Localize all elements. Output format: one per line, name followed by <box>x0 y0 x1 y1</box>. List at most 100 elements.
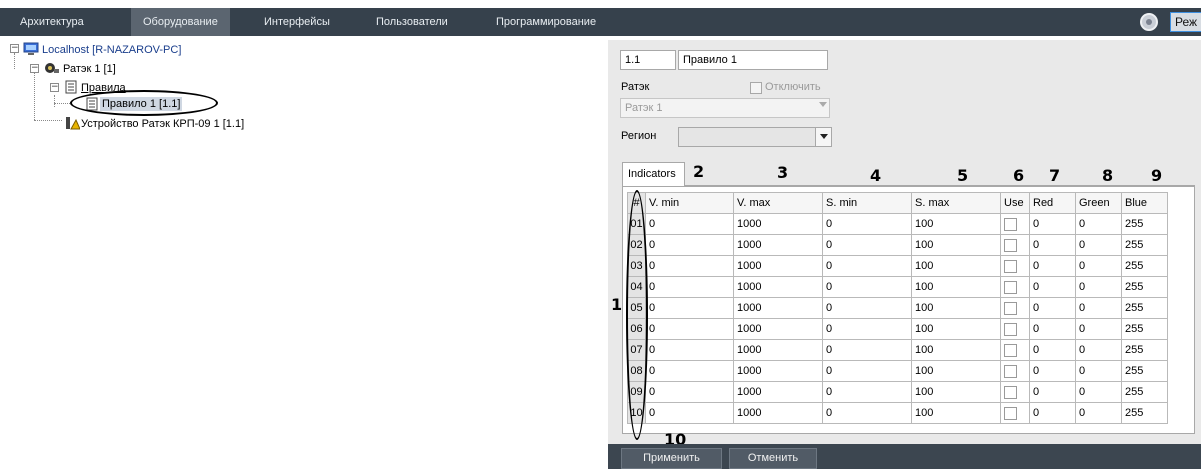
red-cell[interactable]: 0 <box>1029 381 1076 403</box>
vmax-cell[interactable]: 1000 <box>733 339 823 361</box>
table-row[interactable]: 02 0 1000 0 100 0 0 255 <box>627 234 1168 256</box>
rule-id-field[interactable]: 1.1 <box>620 50 676 70</box>
use-checkbox[interactable] <box>1004 259 1017 273</box>
ratek-select[interactable]: Ратэк 1 <box>620 98 830 118</box>
smin-cell[interactable]: 0 <box>822 318 912 340</box>
smin-cell[interactable]: 0 <box>822 402 912 424</box>
tab-equipment[interactable]: Оборудование <box>131 8 230 36</box>
vmin-cell[interactable]: 0 <box>645 381 734 403</box>
red-cell[interactable]: 0 <box>1029 297 1076 319</box>
green-cell[interactable]: 0 <box>1075 381 1122 403</box>
tree-item-localhost[interactable]: Localhost [R-NAZAROV-PC] <box>42 43 181 57</box>
tab-indicators[interactable]: Indicators <box>622 162 685 186</box>
vmax-cell[interactable]: 1000 <box>733 213 823 235</box>
green-cell[interactable]: 0 <box>1075 318 1122 340</box>
smax-cell[interactable]: 100 <box>911 360 1001 382</box>
smin-cell[interactable]: 0 <box>822 297 912 319</box>
red-cell[interactable]: 0 <box>1029 213 1076 235</box>
vmin-cell[interactable]: 0 <box>645 255 734 277</box>
col-header-green[interactable]: Green <box>1075 192 1122 214</box>
use-cell[interactable] <box>1000 255 1030 277</box>
blue-cell[interactable]: 255 <box>1121 234 1168 256</box>
use-checkbox[interactable] <box>1004 238 1017 252</box>
blue-cell[interactable]: 255 <box>1121 276 1168 298</box>
table-row[interactable]: 10 0 1000 0 100 0 0 255 <box>627 402 1168 424</box>
table-row[interactable]: 07 0 1000 0 100 0 0 255 <box>627 339 1168 361</box>
tree-item-subdevice[interactable]: Устройство Ратэк КРП-09 1 [1.1] <box>81 117 244 131</box>
col-header-red[interactable]: Red <box>1029 192 1076 214</box>
vmin-cell[interactable]: 0 <box>645 213 734 235</box>
smax-cell[interactable]: 100 <box>911 234 1001 256</box>
table-row[interactable]: 05 0 1000 0 100 0 0 255 <box>627 297 1168 319</box>
use-cell[interactable] <box>1000 276 1030 298</box>
col-header-smin[interactable]: S. min <box>822 192 912 214</box>
smax-cell[interactable]: 100 <box>911 276 1001 298</box>
smax-cell[interactable]: 100 <box>911 381 1001 403</box>
red-cell[interactable]: 0 <box>1029 318 1076 340</box>
tab-programming[interactable]: Программирование <box>496 8 596 36</box>
smin-cell[interactable]: 0 <box>822 255 912 277</box>
blue-cell[interactable]: 255 <box>1121 360 1168 382</box>
vmin-cell[interactable]: 0 <box>645 339 734 361</box>
vmax-cell[interactable]: 1000 <box>733 255 823 277</box>
vmax-cell[interactable]: 1000 <box>733 360 823 382</box>
vmin-cell[interactable]: 0 <box>645 297 734 319</box>
region-select[interactable] <box>678 127 832 147</box>
red-cell[interactable]: 0 <box>1029 360 1076 382</box>
vmin-cell[interactable]: 0 <box>645 276 734 298</box>
mode-gear-icon[interactable] <box>1140 13 1158 31</box>
region-dropdown-button[interactable] <box>815 128 831 146</box>
tab-architecture[interactable]: Архитектура <box>20 8 84 36</box>
smin-cell[interactable]: 0 <box>822 213 912 235</box>
smin-cell[interactable]: 0 <box>822 276 912 298</box>
smin-cell[interactable]: 0 <box>822 360 912 382</box>
smax-cell[interactable]: 100 <box>911 318 1001 340</box>
smax-cell[interactable]: 100 <box>911 339 1001 361</box>
vmax-cell[interactable]: 1000 <box>733 276 823 298</box>
smin-cell[interactable]: 0 <box>822 381 912 403</box>
blue-cell[interactable]: 255 <box>1121 381 1168 403</box>
use-cell[interactable] <box>1000 318 1030 340</box>
tab-users[interactable]: Пользователи <box>376 8 448 36</box>
table-row[interactable]: 08 0 1000 0 100 0 0 255 <box>627 360 1168 382</box>
tab-interfaces[interactable]: Интерфейсы <box>264 8 330 36</box>
use-cell[interactable] <box>1000 297 1030 319</box>
use-checkbox[interactable] <box>1004 301 1017 315</box>
blue-cell[interactable]: 255 <box>1121 339 1168 361</box>
use-cell[interactable] <box>1000 360 1030 382</box>
use-cell[interactable] <box>1000 381 1030 403</box>
blue-cell[interactable]: 255 <box>1121 255 1168 277</box>
green-cell[interactable]: 0 <box>1075 213 1122 235</box>
smin-cell[interactable]: 0 <box>822 339 912 361</box>
table-row[interactable]: 06 0 1000 0 100 0 0 255 <box>627 318 1168 340</box>
col-header-smax[interactable]: S. max <box>911 192 1001 214</box>
vmin-cell[interactable]: 0 <box>645 234 734 256</box>
red-cell[interactable]: 0 <box>1029 402 1076 424</box>
mode-button[interactable]: Реж <box>1170 12 1201 32</box>
use-cell[interactable] <box>1000 234 1030 256</box>
red-cell[interactable]: 0 <box>1029 276 1076 298</box>
col-header-use[interactable]: Use <box>1000 192 1030 214</box>
green-cell[interactable]: 0 <box>1075 339 1122 361</box>
table-row[interactable]: 03 0 1000 0 100 0 0 255 <box>627 255 1168 277</box>
table-row[interactable]: 09 0 1000 0 100 0 0 255 <box>627 381 1168 403</box>
use-cell[interactable] <box>1000 402 1030 424</box>
blue-cell[interactable]: 255 <box>1121 402 1168 424</box>
vmax-cell[interactable]: 1000 <box>733 402 823 424</box>
smax-cell[interactable]: 100 <box>911 213 1001 235</box>
vmin-cell[interactable]: 0 <box>645 318 734 340</box>
red-cell[interactable]: 0 <box>1029 255 1076 277</box>
green-cell[interactable]: 0 <box>1075 297 1122 319</box>
vmin-cell[interactable]: 0 <box>645 402 734 424</box>
green-cell[interactable]: 0 <box>1075 360 1122 382</box>
use-checkbox[interactable] <box>1004 280 1017 294</box>
blue-cell[interactable]: 255 <box>1121 297 1168 319</box>
blue-cell[interactable]: 255 <box>1121 213 1168 235</box>
cancel-button[interactable]: Отменить <box>729 448 817 469</box>
blue-cell[interactable]: 255 <box>1121 318 1168 340</box>
table-row[interactable]: 01 0 1000 0 100 0 0 255 <box>627 213 1168 235</box>
vmax-cell[interactable]: 1000 <box>733 234 823 256</box>
tree-item-ratek[interactable]: Ратэк 1 [1] <box>63 62 116 76</box>
smax-cell[interactable]: 100 <box>911 255 1001 277</box>
green-cell[interactable]: 0 <box>1075 255 1122 277</box>
